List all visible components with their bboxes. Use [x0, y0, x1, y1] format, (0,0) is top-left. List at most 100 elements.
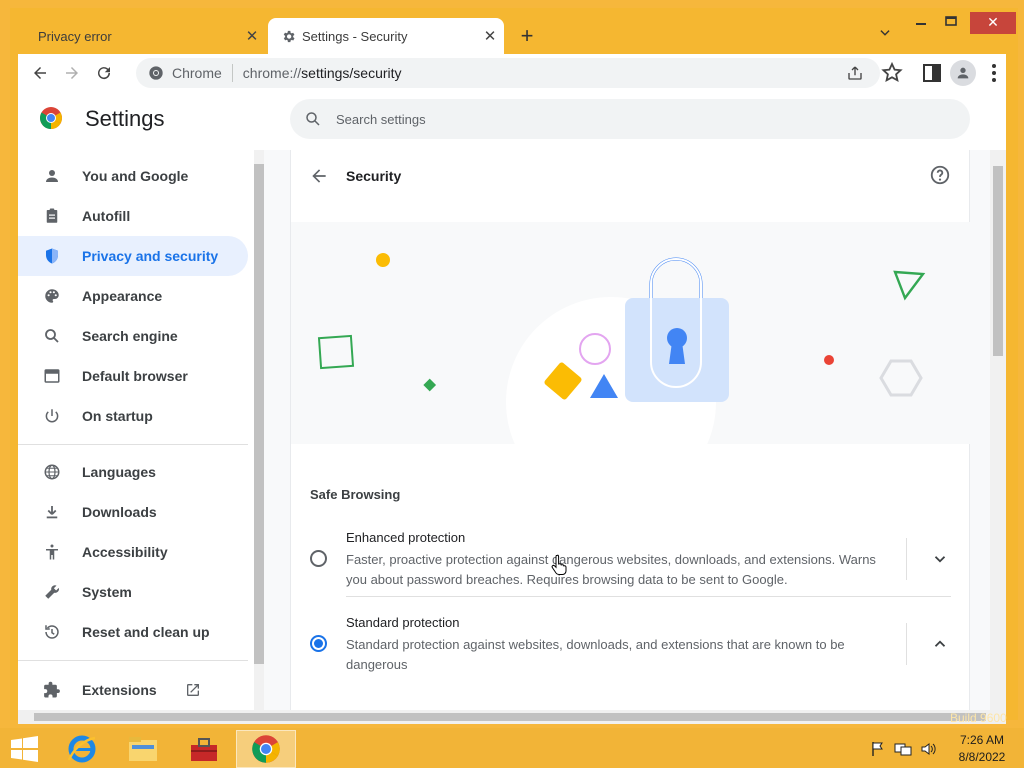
settings-page: Settings You and Google Autofill Privacy… [18, 92, 1006, 710]
reload-icon [98, 67, 111, 80]
side-panel-icon[interactable] [920, 61, 944, 85]
sidebar-item-label: Downloads [82, 504, 157, 520]
network-icon[interactable] [894, 741, 912, 757]
red-dot-shape [824, 355, 834, 365]
sidebar-item-appearance[interactable]: Appearance [18, 276, 248, 316]
sidebar-item-default-browser[interactable]: Default browser [18, 356, 248, 396]
tab-close-icon[interactable]: ✕ [238, 27, 266, 45]
horizontal-scrollbar-thumb[interactable] [34, 713, 986, 721]
volume-icon[interactable] [920, 741, 938, 757]
enhanced-protection-option[interactable]: Enhanced protection Faster, proactive pr… [291, 520, 971, 598]
search-icon [306, 112, 320, 126]
green-triangle-shape [893, 270, 926, 301]
option-title: Enhanced protection [346, 530, 466, 545]
main-scrollbar-thumb[interactable] [993, 166, 1003, 356]
tab-strip: Privacy error ✕ Settings - Security ✕ + … [10, 8, 1018, 54]
kebab-menu-icon[interactable] [982, 61, 1006, 85]
green-square-shape [317, 334, 355, 370]
sidebar-item-label: Languages [82, 464, 156, 480]
tab-label: Settings - Security [302, 28, 408, 44]
sidebar-item-search-engine[interactable]: Search engine [18, 316, 248, 356]
taskbar-chrome[interactable] [236, 730, 296, 768]
green-diamond-shape [423, 378, 437, 392]
sidebar-item-label: System [82, 584, 132, 600]
lock-illustration [317, 253, 926, 444]
sidebar-item-privacy-and-security[interactable]: Privacy and security [18, 236, 248, 276]
person-icon [42, 166, 62, 186]
taskbar: 7:26 AM 8/8/2022 [0, 728, 1024, 768]
new-tab-button[interactable]: + [514, 24, 540, 50]
action-center-flag-icon[interactable] [870, 741, 886, 757]
tab-privacy-error[interactable]: Privacy error ✕ [28, 18, 266, 54]
sidebar-scrollbar[interactable] [254, 150, 264, 710]
taskbar-file-explorer[interactable] [113, 730, 173, 768]
safe-browsing-heading: Safe Browsing [310, 487, 401, 502]
palette-icon [42, 286, 62, 306]
forward-button[interactable] [56, 57, 88, 89]
window-close-button[interactable]: ✕ [970, 12, 1016, 34]
hand-cursor-icon [551, 555, 567, 575]
bookmark-star-icon[interactable] [880, 61, 904, 85]
url-prefix: chrome:// [242, 65, 302, 81]
clock-time: 7:26 AM [959, 733, 1005, 747]
enhanced-protection-radio[interactable] [310, 550, 327, 567]
tab-search-chevron-icon[interactable] [874, 26, 896, 48]
back-arrow-icon[interactable] [309, 166, 329, 186]
minimize-button[interactable] [906, 12, 936, 34]
sidebar-item-languages[interactable]: Languages [18, 452, 248, 492]
standard-protection-radio[interactable] [310, 635, 327, 652]
tab-close-icon[interactable]: ✕ [476, 27, 504, 45]
folder-icon [129, 737, 157, 761]
main-scrollbar[interactable] [990, 150, 1006, 710]
chrome-scheme-icon [149, 66, 163, 80]
chrome-logo-icon [40, 107, 62, 129]
reload-button[interactable] [88, 57, 120, 89]
security-header: Security [291, 150, 971, 222]
globe-icon [42, 462, 62, 482]
taskbar-clock[interactable]: 7:26 AM 8/8/2022 [950, 732, 1014, 766]
wrench-icon [42, 582, 62, 602]
sidebar-item-label: Accessibility [82, 544, 168, 560]
sidebar-scrollbar-thumb[interactable] [254, 164, 264, 664]
sidebar-item-extensions[interactable]: Extensions [18, 670, 248, 710]
option-title: Standard protection [346, 615, 460, 630]
windows-start-icon[interactable] [10, 736, 40, 762]
back-button[interactable] [24, 57, 56, 89]
back-arrow-icon [34, 67, 46, 79]
sidebar-item-label: Default browser [82, 368, 188, 384]
maximize-button[interactable] [936, 12, 966, 34]
sidebar-divider [18, 444, 248, 445]
sidebar-item-accessibility[interactable]: Accessibility [18, 532, 248, 572]
tab-settings-security[interactable]: Settings - Security ✕ [268, 18, 504, 54]
collapse-chevron-up-icon[interactable] [931, 635, 949, 653]
sidebar-item-autofill[interactable]: Autofill [18, 196, 248, 236]
tab-label: Privacy error [38, 28, 112, 44]
sidebar-item-on-startup[interactable]: On startup [18, 396, 248, 436]
search-input[interactable] [336, 111, 896, 127]
sidebar-item-you-and-google[interactable]: You and Google [18, 156, 248, 196]
build-watermark: Build 9600 [950, 711, 1007, 725]
download-icon [42, 502, 62, 522]
internet-explorer-icon [67, 735, 96, 763]
share-icon[interactable] [846, 64, 864, 82]
sidebar-item-label: Reset and clean up [82, 624, 210, 640]
sidebar-item-downloads[interactable]: Downloads [18, 492, 248, 532]
horizontal-scrollbar[interactable] [18, 710, 1006, 724]
standard-protection-option[interactable]: Standard protection Standard protection … [291, 605, 971, 683]
sidebar-item-reset-and-clean-up[interactable]: Reset and clean up [18, 612, 248, 652]
expand-chevron-down-icon[interactable] [931, 550, 949, 568]
person-icon [957, 67, 969, 79]
taskbar-internet-explorer[interactable] [52, 730, 112, 768]
sidebar-item-system[interactable]: System [18, 572, 248, 612]
sidebar-item-label: You and Google [82, 168, 189, 184]
address-bar[interactable]: Chrome chrome://settings/security [136, 58, 880, 88]
shield-icon [42, 246, 62, 266]
browser-icon [42, 366, 62, 386]
help-icon[interactable] [929, 164, 951, 186]
chrome-icon [252, 735, 280, 763]
taskbar-toolbox[interactable] [174, 730, 234, 768]
power-icon [42, 406, 62, 426]
option-description: Standard protection against websites, do… [346, 637, 845, 672]
settings-search[interactable] [290, 99, 970, 139]
profile-avatar[interactable] [950, 60, 976, 86]
